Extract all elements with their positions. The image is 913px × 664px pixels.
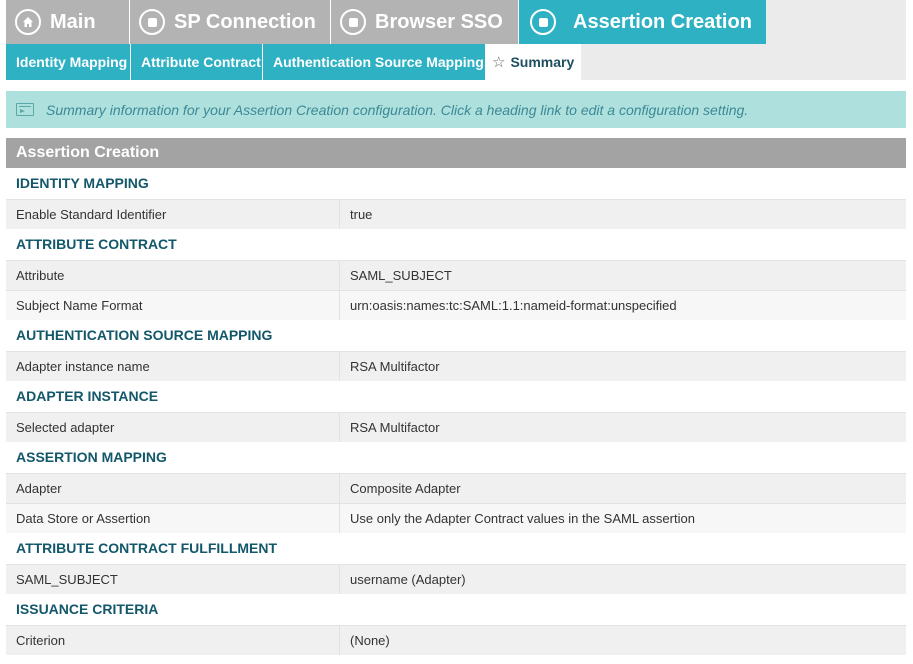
subtab-authentication-source-mapping[interactable]: Authentication Source Mapping: [263, 44, 486, 80]
row-label: Subject Name Format: [6, 291, 340, 320]
info-panel-icon: [16, 103, 34, 116]
subtab-summary-label: Summary: [510, 54, 575, 70]
row-value: urn:oasis:names:tc:SAML:1.1:nameid-forma…: [350, 298, 677, 313]
summary-row: Adapter instance name RSA Multifactor: [6, 351, 906, 381]
info-text: Summary information for your Assertion C…: [46, 101, 749, 118]
row-label: Enable Standard Identifier: [6, 200, 340, 229]
tab-browser-sso[interactable]: Browser SSO: [331, 0, 519, 44]
info-banner: Summary information for your Assertion C…: [6, 91, 906, 128]
row-label: Attribute: [6, 261, 340, 290]
summary-row: Enable Standard Identifier true: [6, 199, 906, 229]
tab-sp-connection-label: SP Connection: [174, 10, 316, 33]
subtab-identity-mapping[interactable]: Identity Mapping: [6, 44, 131, 80]
panel-title: Assertion Creation: [6, 138, 906, 168]
subtab-attribute-contract-label: Attribute Contract: [141, 54, 261, 70]
sub-nav-tabs: Identity Mapping Attribute Contract Auth…: [6, 44, 906, 80]
star-icon: ☆: [492, 54, 506, 71]
row-value: true: [350, 207, 373, 222]
circle-square-icon: [340, 9, 366, 35]
row-value: Use only the Adapter Contract values in …: [350, 511, 695, 526]
row-value: SAML_SUBJECT: [350, 268, 452, 283]
section-heading-assertion-mapping[interactable]: ASSERTION MAPPING: [6, 442, 906, 473]
subtab-summary[interactable]: ☆ Summary: [486, 44, 581, 80]
tab-browser-sso-label: Browser SSO: [375, 10, 503, 33]
section-heading-adapter-instance[interactable]: ADAPTER INSTANCE: [6, 381, 906, 412]
tab-assertion-creation[interactable]: Assertion Creation: [519, 0, 766, 44]
subtab-identity-mapping-label: Identity Mapping: [16, 54, 128, 70]
tab-assertion-creation-label: Assertion Creation: [573, 10, 752, 33]
subtab-attribute-contract[interactable]: Attribute Contract: [131, 44, 263, 80]
tab-sp-connection[interactable]: SP Connection: [130, 0, 331, 44]
circle-square-icon: [530, 9, 556, 35]
row-label: Data Store or Assertion: [6, 504, 340, 533]
summary-row: Subject Name Format urn:oasis:names:tc:S…: [6, 290, 906, 320]
section-heading-issuance-criteria[interactable]: ISSUANCE CRITERIA: [6, 594, 906, 625]
circle-square-icon: [139, 9, 165, 35]
section-heading-identity-mapping[interactable]: IDENTITY MAPPING: [6, 168, 906, 199]
tab-main-label: Main: [50, 10, 96, 33]
row-label: SAML_SUBJECT: [6, 565, 340, 594]
summary-row: Attribute SAML_SUBJECT: [6, 260, 906, 290]
subtab-authentication-source-mapping-label: Authentication Source Mapping: [273, 54, 484, 70]
row-value: username (Adapter): [350, 572, 466, 587]
row-label: Selected adapter: [6, 413, 340, 442]
home-icon: [15, 9, 41, 35]
summary-row: Selected adapter RSA Multifactor: [6, 412, 906, 442]
tab-main[interactable]: Main: [6, 0, 130, 44]
section-heading-attribute-contract[interactable]: ATTRIBUTE CONTRACT: [6, 229, 906, 260]
row-value: Composite Adapter: [350, 481, 461, 496]
row-label: Adapter: [6, 474, 340, 503]
summary-row: Adapter Composite Adapter: [6, 473, 906, 503]
row-value: RSA Multifactor: [350, 420, 440, 435]
row-value: RSA Multifactor: [350, 359, 440, 374]
section-heading-attribute-contract-fulfillment[interactable]: ATTRIBUTE CONTRACT FULFILLMENT: [6, 533, 906, 564]
summary-row: Criterion (None): [6, 625, 906, 655]
summary-panel: Assertion Creation IDENTITY MAPPING Enab…: [6, 138, 906, 655]
summary-row: SAML_SUBJECT username (Adapter): [6, 564, 906, 594]
top-nav-tabs: Main SP Connection Browser SSO Assertion…: [6, 0, 906, 44]
section-heading-authentication-source-mapping[interactable]: AUTHENTICATION SOURCE MAPPING: [6, 320, 906, 351]
row-value: (None): [350, 633, 390, 648]
summary-row: Data Store or Assertion Use only the Ada…: [6, 503, 906, 533]
row-label: Criterion: [6, 626, 340, 655]
row-label: Adapter instance name: [6, 352, 340, 381]
